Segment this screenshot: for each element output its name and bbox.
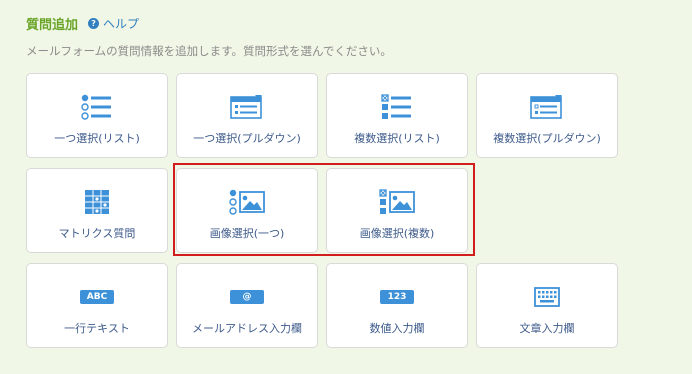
question-type-textarea[interactable]: 文章入力欄 xyxy=(476,263,618,348)
page-header: 質問追加 ? ヘルプ xyxy=(26,14,139,33)
card-label: 一つ選択(リスト) xyxy=(54,132,140,145)
question-circle-icon: ? xyxy=(88,18,100,29)
card-label: 文章入力欄 xyxy=(519,322,575,335)
question-type-single-line-text[interactable]: ABC 一行テキスト xyxy=(26,263,168,348)
card-label: 複数選択(プルダウン) xyxy=(493,132,601,145)
card-label: メールアドレス入力欄 xyxy=(192,322,302,335)
at-icon: @ xyxy=(177,284,317,310)
question-type-email[interactable]: @ メールアドレス入力欄 xyxy=(176,263,318,348)
question-type-matrix[interactable]: マトリクス質問 xyxy=(26,168,168,253)
abc-icon: ABC xyxy=(27,284,167,310)
question-type-multi-list[interactable]: 複数選択(リスト) xyxy=(326,73,468,158)
card-label: マトリクス質問 xyxy=(58,227,136,240)
number-badge: 123 xyxy=(380,290,414,304)
question-type-number[interactable]: 123 数値入力欄 xyxy=(326,263,468,348)
card-label: 複数選択(リスト) xyxy=(354,132,440,145)
card-label: 数値入力欄 xyxy=(369,322,425,335)
radio-list-icon xyxy=(27,94,167,120)
at-badge: @ xyxy=(230,290,264,304)
question-type-single-list[interactable]: 一つ選択(リスト) xyxy=(26,73,168,158)
card-label: 一行テキスト xyxy=(64,322,130,335)
selection-highlight xyxy=(173,163,475,256)
abc-badge: ABC xyxy=(80,290,114,304)
checkbox-list-icon xyxy=(327,94,467,120)
number-icon: 123 xyxy=(327,284,467,310)
card-label: 一つ選択(プルダウン) xyxy=(193,132,301,145)
matrix-icon xyxy=(27,189,167,215)
description: メールフォームの質問情報を追加します。質問形式を選んでください。 xyxy=(26,44,392,58)
question-type-single-dropdown[interactable]: 一つ選択(プルダウン) xyxy=(176,73,318,158)
keyboard-icon xyxy=(477,284,617,310)
dropdown-icon xyxy=(177,94,317,120)
help-link[interactable]: ? ヘルプ xyxy=(88,15,139,32)
multi-dropdown-icon xyxy=(477,94,617,120)
help-label: ヘルプ xyxy=(103,17,140,31)
page-title: 質問追加 xyxy=(26,18,79,33)
question-type-multi-dropdown[interactable]: 複数選択(プルダウン) xyxy=(476,73,618,158)
